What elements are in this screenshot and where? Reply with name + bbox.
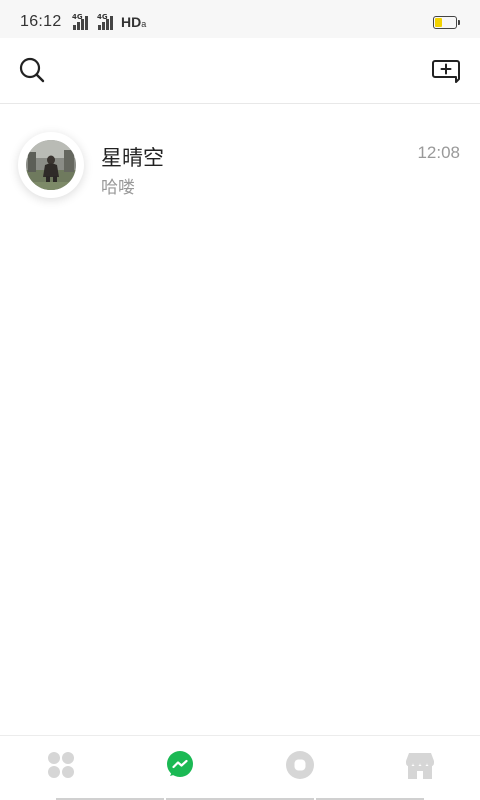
avatar[interactable] — [26, 140, 76, 190]
conversation-last-message: 哈喽 — [101, 178, 135, 197]
messages-icon — [167, 751, 193, 777]
conversation-name: 星晴空 — [101, 147, 164, 170]
conversation-item[interactable]: 星晴空 哈喽 12:08 — [0, 105, 480, 215]
battery-fill — [435, 18, 442, 27]
hd-voice-indicator: HDa — [121, 14, 146, 30]
bottom-navigation — [0, 735, 480, 800]
new-chat-button[interactable] — [430, 55, 466, 91]
conversation-time: 12:08 — [417, 143, 460, 162]
signal-icon-2: 4G — [97, 13, 119, 30]
nav-moments[interactable] — [285, 750, 315, 780]
nav-store[interactable] — [405, 750, 435, 780]
photo-avatar-icon — [26, 140, 76, 190]
apps-grid-icon — [48, 752, 74, 778]
search-button[interactable] — [16, 54, 52, 90]
conversation-list: 星晴空 哈喽 12:08 — [0, 105, 480, 215]
new-chat-icon — [432, 60, 460, 83]
hd-sub-label: a — [141, 19, 147, 29]
hd-label: HD — [121, 14, 142, 30]
moments-icon — [286, 751, 314, 779]
status-bar: 16:12 4G 4G HDa — [0, 0, 480, 38]
battery-icon — [433, 16, 460, 29]
search-icon — [19, 57, 45, 83]
nav-apps[interactable] — [46, 750, 76, 780]
status-time: 16:12 — [20, 13, 62, 30]
signal-icon-1: 4G — [72, 13, 94, 30]
top-toolbar — [0, 38, 480, 104]
avatar-frame — [18, 132, 84, 198]
store-icon — [406, 753, 434, 779]
nav-messages[interactable] — [165, 750, 195, 780]
